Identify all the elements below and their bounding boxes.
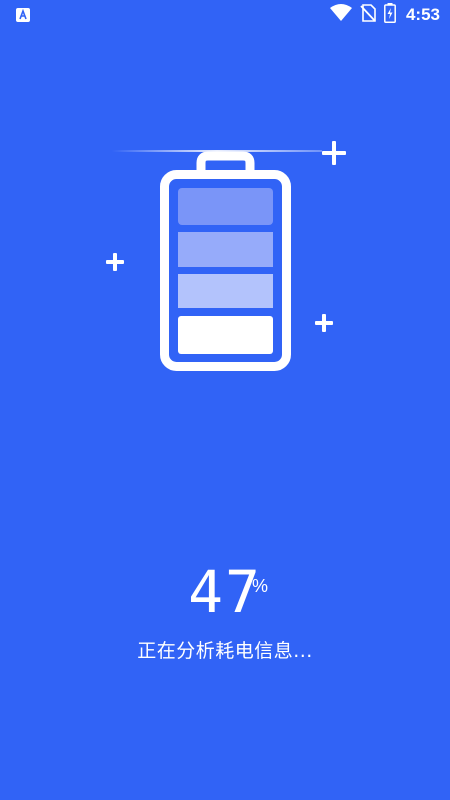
battery-icon	[160, 151, 291, 371]
sparkle-plus-icon	[322, 141, 346, 165]
battery-segment-1	[178, 316, 273, 354]
sparkle-plus-icon	[106, 253, 124, 271]
sparkle-plus-icon	[315, 314, 333, 332]
percent-unit: %	[252, 576, 269, 596]
battery-illustration	[0, 0, 450, 420]
battery-segment-4	[178, 188, 273, 225]
percent-value: 47	[188, 558, 262, 626]
battery-percentage: 47 %	[0, 560, 450, 624]
battery-segment-3	[178, 232, 273, 267]
analyzing-status-text: 正在分析耗电信息...	[137, 640, 313, 662]
battery-segment-2	[178, 274, 273, 308]
